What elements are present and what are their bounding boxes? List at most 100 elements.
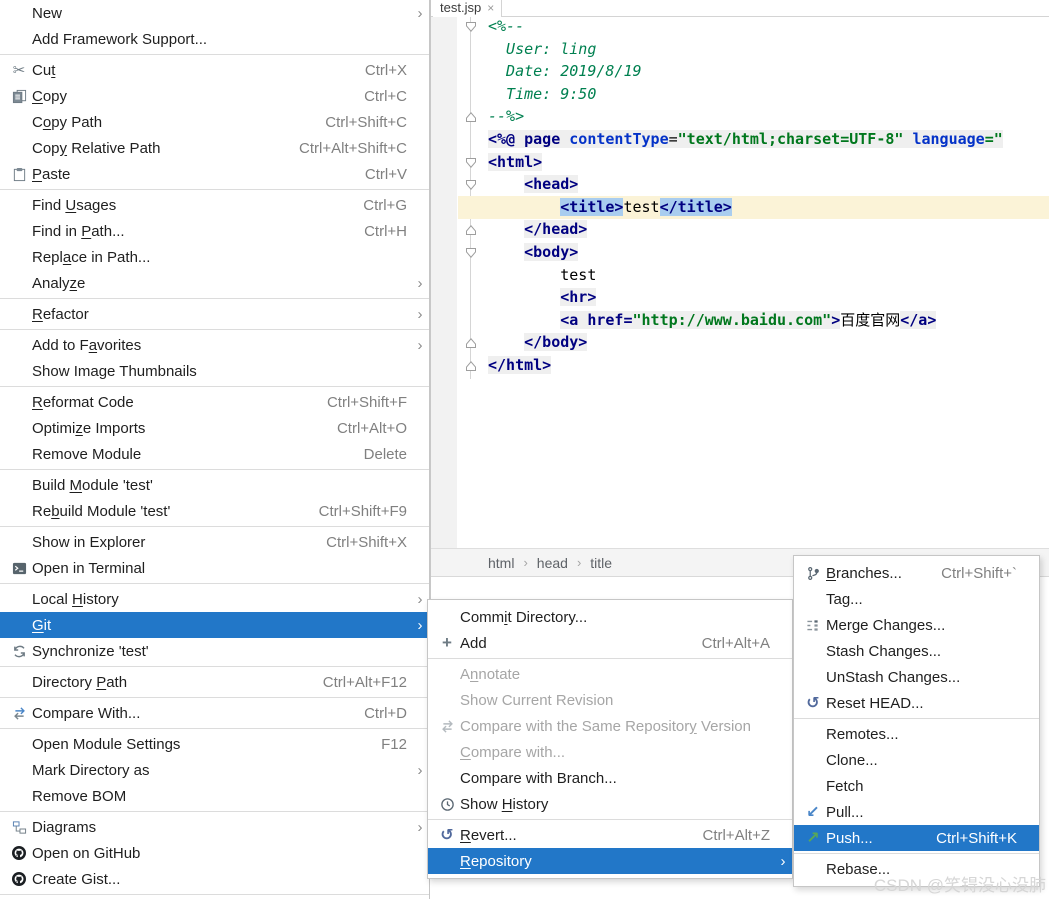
menu-item-shortcut: Delete	[364, 446, 411, 463]
code-token	[488, 311, 560, 329]
breadcrumb-item-html[interactable]: html	[488, 555, 514, 571]
code-token	[488, 220, 524, 238]
fold-down-icon[interactable]	[465, 246, 477, 258]
menu-item-annotate[interactable]: Annotate	[428, 661, 792, 687]
code-line[interactable]: <title>test</title>	[458, 196, 1049, 219]
code-line[interactable]: <a href="http://www.baidu.com">百度官网</a>	[458, 309, 1049, 332]
menu-item-show-history[interactable]: Show History	[428, 791, 792, 817]
menu-item-fetch[interactable]: Fetch	[794, 773, 1039, 799]
menu-item-merge-changes[interactable]: Merge Changes...	[794, 612, 1039, 638]
breadcrumb-item-head[interactable]: head	[537, 555, 568, 571]
fold-down-icon[interactable]	[465, 178, 477, 190]
menu-item-push[interactable]: ↗Push...Ctrl+Shift+K	[794, 825, 1039, 851]
menu-item-label: Pull...	[826, 804, 864, 821]
menu-item-label: Revert...	[460, 827, 517, 844]
code-line[interactable]: </html>	[458, 354, 1049, 377]
menu-item-find-usages[interactable]: Find UsagesCtrl+G	[0, 192, 429, 218]
menu-item-cut[interactable]: ✂CutCtrl+X	[0, 57, 429, 83]
code-line[interactable]: User: ling	[458, 38, 1049, 61]
code-line[interactable]: Date: 2019/8/19	[458, 60, 1049, 83]
fold-up-icon[interactable]	[465, 110, 477, 122]
code-area[interactable]: <%-- User: ling Date: 2019/8/19 Time: 9:…	[431, 0, 1049, 560]
menu-item-open-on-github[interactable]: Open on GitHub	[0, 840, 429, 866]
menu-item-add-framework-support[interactable]: Add Framework Support...	[0, 26, 429, 52]
menu-item-branches[interactable]: Branches...Ctrl+Shift+`	[794, 560, 1039, 586]
menu-item-refactor[interactable]: Refactor›	[0, 301, 429, 327]
menu-item-compare-with-the-same-repository-version[interactable]: Compare with the Same Repository Version	[428, 713, 792, 739]
menu-item-label: New	[32, 5, 62, 22]
menu-item-local-history[interactable]: Local History›	[0, 586, 429, 612]
menu-item-create-gist[interactable]: Create Gist...	[0, 866, 429, 892]
code-line[interactable]: </body>	[458, 331, 1049, 354]
menu-item-pull[interactable]: ↙Pull...	[794, 799, 1039, 825]
menu-item-label: Show History	[460, 796, 548, 813]
fold-up-icon[interactable]	[465, 223, 477, 235]
menu-item-diagrams[interactable]: Diagrams›	[0, 814, 429, 840]
menu-item-show-in-explorer[interactable]: Show in ExplorerCtrl+Shift+X	[0, 529, 429, 555]
menu-item-find-in-path[interactable]: Find in Path...Ctrl+H	[0, 218, 429, 244]
code-line[interactable]: test	[458, 264, 1049, 287]
breadcrumb-separator-icon: ›	[523, 555, 527, 570]
menu-item-copy-relative-path[interactable]: Copy Relative PathCtrl+Alt+Shift+C	[0, 135, 429, 161]
breadcrumb-separator-icon: ›	[577, 555, 581, 570]
code-line[interactable]: Time: 9:50	[458, 83, 1049, 106]
menu-item-revert[interactable]: ↺Revert...Ctrl+Alt+Z	[428, 822, 792, 848]
fold-down-icon[interactable]	[465, 20, 477, 32]
menu-item-build-module-test[interactable]: Build Module 'test'	[0, 472, 429, 498]
menu-item-stash-changes[interactable]: Stash Changes...	[794, 638, 1039, 664]
menu-item-replace-in-path[interactable]: Replace in Path...	[0, 244, 429, 270]
menu-item-reset-head[interactable]: ↺Reset HEAD...	[794, 690, 1039, 716]
breadcrumb-item-title[interactable]: title	[590, 555, 612, 571]
menu-item-repository[interactable]: Repository›	[428, 848, 792, 874]
code-line[interactable]: </head>	[458, 218, 1049, 241]
fold-down-icon[interactable]	[465, 156, 477, 168]
menu-item-label: Fetch	[826, 778, 864, 795]
menu-item-compare-with[interactable]: Compare With...Ctrl+D	[0, 700, 429, 726]
menu-item-open-module-settings[interactable]: Open Module SettingsF12	[0, 731, 429, 757]
code-line[interactable]: <hr>	[458, 286, 1049, 309]
menu-item-optimize-imports[interactable]: Optimize ImportsCtrl+Alt+O	[0, 415, 429, 441]
menu-item-commit-directory[interactable]: Commit Directory...	[428, 604, 792, 630]
menu-item-copy-path[interactable]: Copy PathCtrl+Shift+C	[0, 109, 429, 135]
menu-item-git[interactable]: Git›	[0, 612, 429, 638]
menu-item-add[interactable]: +AddCtrl+Alt+A	[428, 630, 792, 656]
code-line[interactable]: <body>	[458, 241, 1049, 264]
menu-item-add-to-favorites[interactable]: Add to Favorites›	[0, 332, 429, 358]
code-line[interactable]: <html>	[458, 151, 1049, 174]
code-line[interactable]: <head>	[458, 173, 1049, 196]
menu-item-new[interactable]: New›	[0, 0, 429, 26]
menu-item-tag[interactable]: Tag...	[794, 586, 1039, 612]
menu-item-unstash-changes[interactable]: UnStash Changes...	[794, 664, 1039, 690]
code-token: <head>	[524, 175, 578, 193]
menu-item-remove-bom[interactable]: Remove BOM	[0, 783, 429, 809]
fold-up-icon[interactable]	[465, 359, 477, 371]
menu-item-label: Clone...	[826, 752, 878, 769]
menu-item-clone[interactable]: Clone...	[794, 747, 1039, 773]
fold-up-icon[interactable]	[465, 336, 477, 348]
menu-item-paste[interactable]: PasteCtrl+V	[0, 161, 429, 187]
menu-item-compare-with[interactable]: Compare with...	[428, 739, 792, 765]
menu-separator	[0, 664, 429, 669]
menu-item-remove-module[interactable]: Remove ModuleDelete	[0, 441, 429, 467]
menu-item-analyze[interactable]: Analyze›	[0, 270, 429, 296]
menu-item-reformat-code[interactable]: Reformat CodeCtrl+Shift+F	[0, 389, 429, 415]
terminal-icon	[6, 561, 32, 576]
menu-item-label: Compare with Branch...	[460, 770, 617, 787]
menu-item-open-in-terminal[interactable]: Open in Terminal	[0, 555, 429, 581]
menu-item-show-image-thumbnails[interactable]: Show Image Thumbnails	[0, 358, 429, 384]
code-line[interactable]: <%@ page contentType="text/html;charset=…	[458, 128, 1049, 151]
menu-item-synchronize-test[interactable]: Synchronize 'test'	[0, 638, 429, 664]
menu-item-label: Tag...	[826, 591, 863, 608]
github-icon	[6, 871, 32, 887]
menu-separator	[794, 716, 1039, 721]
code-line[interactable]: --%>	[458, 105, 1049, 128]
menu-item-copy[interactable]: CopyCtrl+C	[0, 83, 429, 109]
menu-item-directory-path[interactable]: Directory PathCtrl+Alt+F12	[0, 669, 429, 695]
menu-item-show-current-revision[interactable]: Show Current Revision	[428, 687, 792, 713]
menu-item-mark-directory-as[interactable]: Mark Directory as›	[0, 757, 429, 783]
code-line[interactable]: <%--	[458, 15, 1049, 38]
menu-item-label: Show Current Revision	[460, 692, 613, 709]
menu-item-remotes[interactable]: Remotes...	[794, 721, 1039, 747]
menu-item-compare-with-branch[interactable]: Compare with Branch...	[428, 765, 792, 791]
menu-item-rebuild-module-test[interactable]: Rebuild Module 'test'Ctrl+Shift+F9	[0, 498, 429, 524]
